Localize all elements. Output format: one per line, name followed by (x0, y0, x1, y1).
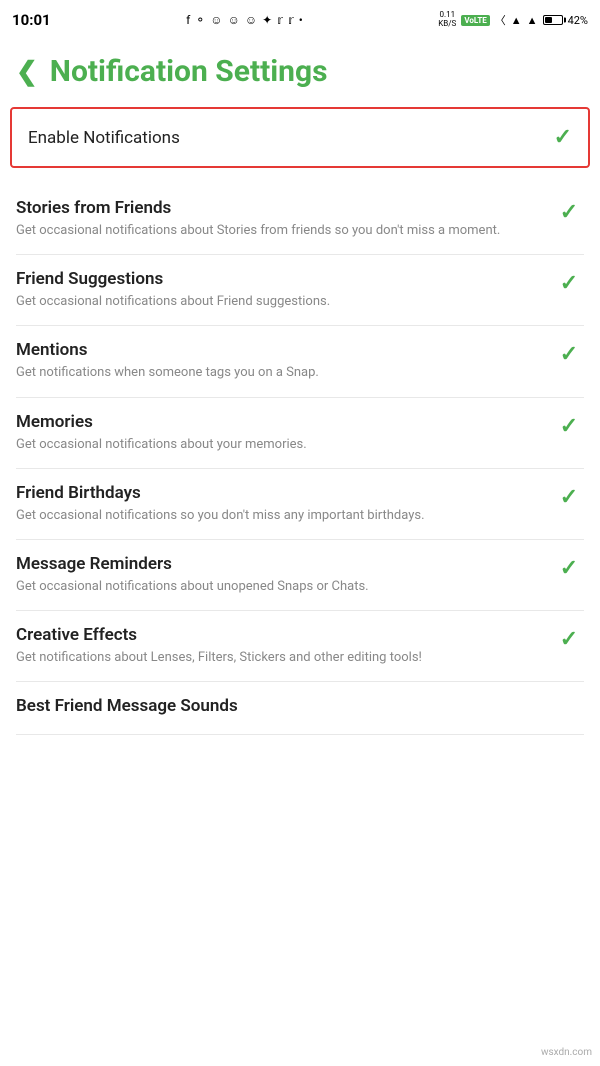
mentions-text: Mentions Get notifications when someone … (16, 340, 538, 382)
back-button[interactable]: ❮ (16, 57, 38, 87)
facebook-icon: f (186, 13, 190, 27)
mentions-check: ✓ (554, 342, 584, 367)
signal-icon: ▲ (511, 14, 522, 27)
stories-from-friends-text: Stories from Friends Get occasional noti… (16, 198, 538, 240)
signal2-icon: ▲ (527, 14, 538, 27)
battery-icon (543, 15, 563, 25)
memories-text: Memories Get occasional notifications ab… (16, 412, 538, 454)
battery-percent: 42% (568, 14, 588, 27)
friend-suggestions-row[interactable]: Friend Suggestions Get occasional notifi… (16, 255, 584, 326)
creative-effects-title: Creative Effects (16, 625, 538, 645)
header: ❮ Notification Settings (0, 40, 600, 107)
stories-from-friends-check: ✓ (554, 200, 584, 225)
friend-birthdays-check: ✓ (554, 485, 584, 510)
friend-suggestions-text: Friend Suggestions Get occasional notifi… (16, 269, 538, 311)
memories-title: Memories (16, 412, 538, 432)
friend-birthdays-title: Friend Birthdays (16, 483, 538, 503)
status-time: 10:01 (12, 11, 51, 29)
stories-from-friends-desc: Get occasional notifications about Stori… (16, 222, 538, 240)
message-reminders-row[interactable]: Message Reminders Get occasional notific… (16, 540, 584, 611)
message-reminders-desc: Get occasional notifications about unope… (16, 578, 538, 596)
twitter2-icon: 𝕣 (288, 13, 294, 27)
status-bar: 10:01 f ⚬ ☺ ☺ ☺ ✦ 𝕣 𝕣 • 0.11 KB/S VoLTE … (0, 0, 600, 40)
friend-birthdays-row[interactable]: Friend Birthdays Get occasional notifica… (16, 469, 584, 540)
status-icons: f ⚬ ☺ ☺ ☺ ✦ 𝕣 𝕣 • (186, 13, 303, 27)
stories-from-friends-row[interactable]: Stories from Friends Get occasional noti… (16, 184, 584, 255)
best-friend-sounds-row[interactable]: Best Friend Message Sounds (16, 682, 584, 735)
memories-desc: Get occasional notifications about your … (16, 436, 538, 454)
friend-birthdays-desc: Get occasional notifications so you don'… (16, 507, 538, 525)
watermark: wsxdn.com (541, 1047, 592, 1058)
page-title: Notification Settings (50, 54, 328, 89)
creative-effects-desc: Get notifications about Lenses, Filters,… (16, 649, 538, 667)
message-reminders-text: Message Reminders Get occasional notific… (16, 554, 538, 596)
mentions-desc: Get notifications when someone tags you … (16, 364, 538, 382)
memories-check: ✓ (554, 414, 584, 439)
mentions-row[interactable]: Mentions Get notifications when someone … (16, 326, 584, 397)
twitter-icon: 𝕣 (277, 13, 283, 27)
memories-row[interactable]: Memories Get occasional notifications ab… (16, 398, 584, 469)
message-reminders-title: Message Reminders (16, 554, 538, 574)
bitmoji-icon: ✦ (262, 13, 272, 27)
creative-effects-row[interactable]: Creative Effects Get notifications about… (16, 611, 584, 682)
friend-suggestions-desc: Get occasional notifications about Frien… (16, 293, 538, 311)
best-friend-sounds-title: Best Friend Message Sounds (16, 696, 538, 716)
snapchat3-icon: ☺ (245, 13, 257, 27)
volte-badge: VoLTE (461, 15, 489, 26)
stories-from-friends-title: Stories from Friends (16, 198, 538, 218)
instagram-icon: ⚬ (195, 13, 205, 27)
creative-effects-check: ✓ (554, 627, 584, 652)
enable-notifications-label: Enable Notifications (28, 128, 180, 148)
mentions-title: Mentions (16, 340, 538, 360)
snapchat2-icon: ☺ (228, 13, 240, 27)
creative-effects-text: Creative Effects Get notifications about… (16, 625, 538, 667)
snapchat-icon: ☺ (210, 13, 222, 27)
dot-icon: • (299, 13, 303, 27)
friend-birthdays-text: Friend Birthdays Get occasional notifica… (16, 483, 538, 525)
data-speed: 0.11 KB/S (438, 11, 456, 29)
best-friend-sounds-text: Best Friend Message Sounds (16, 696, 538, 720)
wifi-icon: 〈 (495, 12, 506, 28)
status-right: 0.11 KB/S VoLTE 〈 ▲ ▲ 42% (438, 11, 588, 29)
settings-list: Stories from Friends Get occasional noti… (0, 184, 600, 735)
enable-notifications-row[interactable]: Enable Notifications ✓ (10, 107, 590, 168)
enable-notifications-check: ✓ (554, 125, 572, 150)
message-reminders-check: ✓ (554, 556, 584, 581)
friend-suggestions-check: ✓ (554, 271, 584, 296)
friend-suggestions-title: Friend Suggestions (16, 269, 538, 289)
